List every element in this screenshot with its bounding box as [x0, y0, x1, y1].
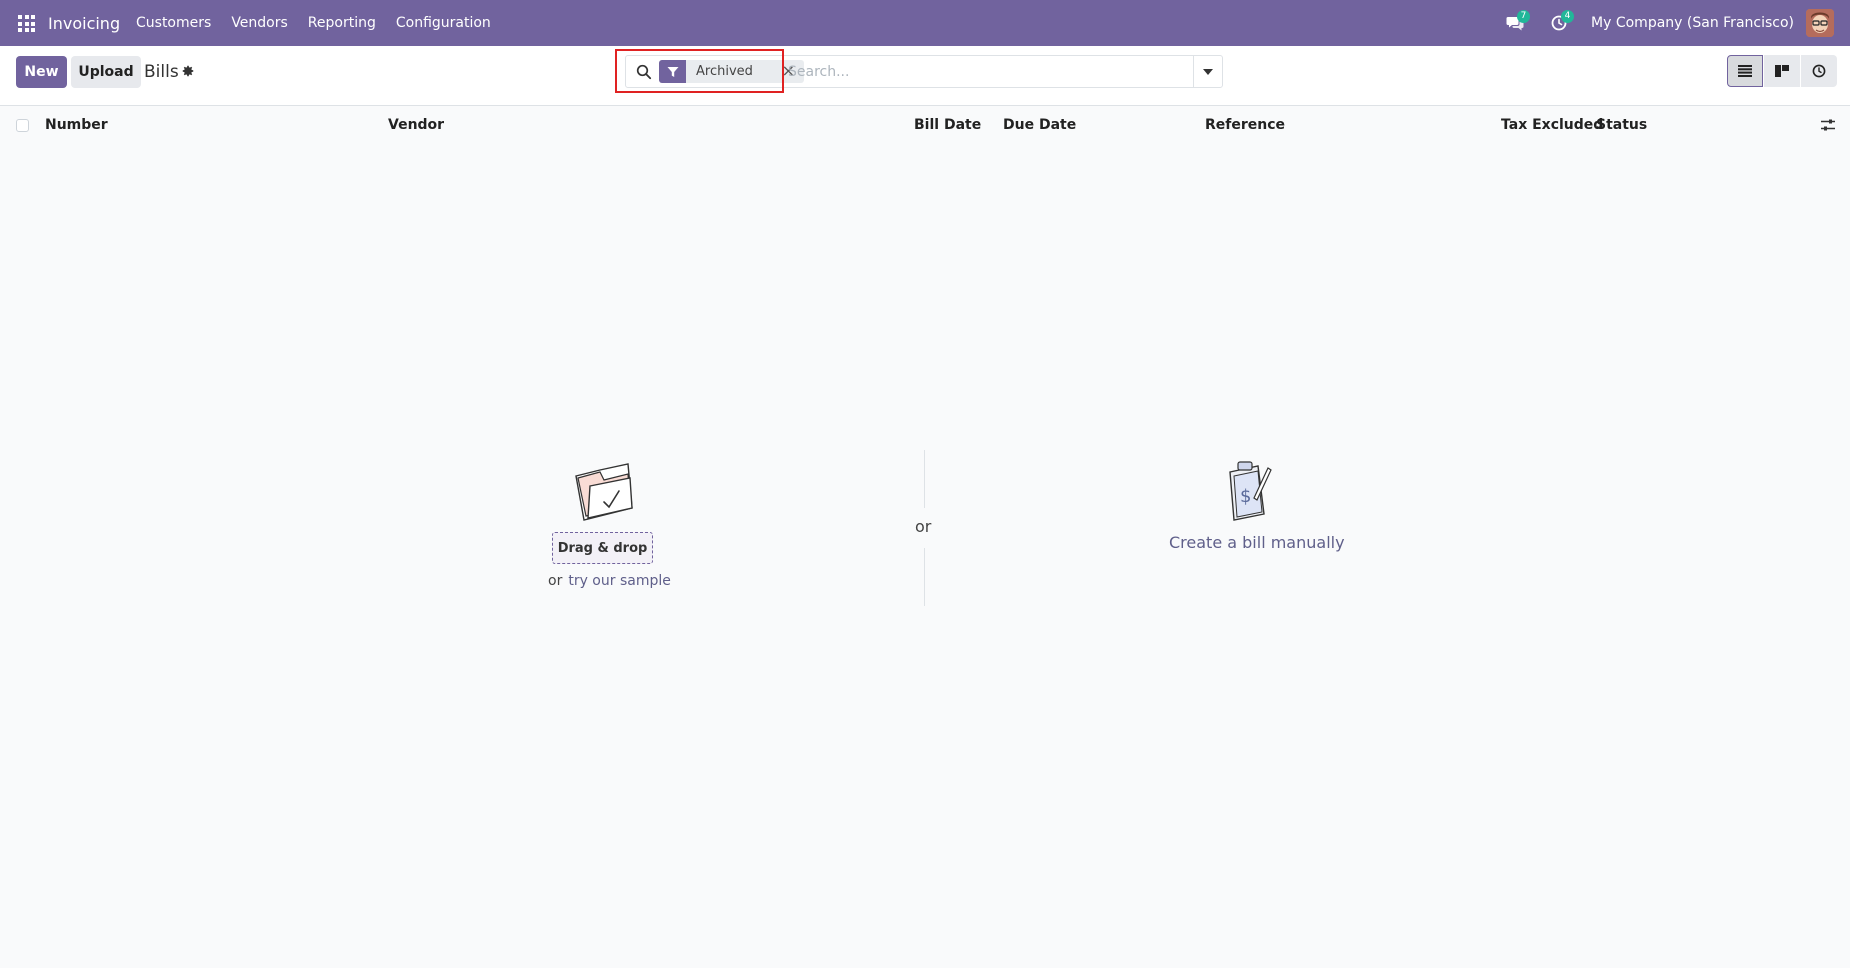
activity-view-button[interactable]	[1801, 55, 1837, 87]
bill-illustration-icon: $	[1229, 461, 1272, 521]
folder-upload-illustration-icon	[575, 463, 633, 521]
list-icon	[1738, 65, 1752, 77]
create-bill-manually-link[interactable]: Create a bill manually	[1169, 533, 1345, 552]
messages-count-badge: 7	[1517, 10, 1531, 23]
main-menu: Customers Vendors Reporting Configuratio…	[136, 0, 501, 46]
filter-icon	[659, 60, 686, 83]
list-view-button[interactable]	[1727, 55, 1763, 87]
company-switcher[interactable]: My Company (San Francisco)	[1591, 15, 1794, 31]
kanban-icon	[1775, 65, 1789, 77]
upload-button[interactable]: Upload	[71, 56, 141, 88]
search-bar: Archived ×	[625, 55, 1223, 88]
app-name[interactable]: Invoicing	[48, 0, 120, 46]
kanban-view-button[interactable]	[1764, 55, 1800, 87]
svg-text:$: $	[1240, 486, 1251, 507]
top-navbar: Invoicing Customers Vendors Reporting Co…	[0, 0, 1850, 46]
column-number[interactable]: Number	[45, 107, 108, 143]
list-header: Number Vendor Bill Date Due Date Referen…	[0, 107, 1850, 143]
search-options-toggle[interactable]	[1193, 56, 1222, 87]
column-due-date[interactable]: Due Date	[1003, 107, 1076, 143]
column-vendor[interactable]: Vendor	[388, 107, 444, 143]
user-avatar-icon	[1806, 9, 1834, 37]
empty-divider-top	[924, 450, 925, 508]
column-status[interactable]: Status	[1596, 107, 1647, 143]
messages-button[interactable]: 7	[1493, 0, 1537, 46]
or-label: or	[548, 573, 563, 589]
new-button[interactable]: New	[16, 56, 67, 88]
view-switcher	[1726, 55, 1837, 87]
column-bill-date[interactable]: Bill Date	[914, 107, 981, 143]
user-avatar[interactable]	[1806, 9, 1834, 37]
select-all-checkbox[interactable]	[16, 119, 29, 132]
menu-item-reporting[interactable]: Reporting	[298, 0, 386, 46]
column-reference[interactable]: Reference	[1205, 107, 1285, 143]
menu-item-configuration[interactable]: Configuration	[386, 0, 501, 46]
try-sample-line: or try our sample	[548, 573, 671, 589]
facet-label: Archived	[696, 64, 753, 79]
gear-icon[interactable]	[181, 64, 195, 78]
optional-columns-icon[interactable]	[1820, 117, 1836, 133]
activities-count-badge: 4	[1561, 10, 1575, 23]
drag-drop-zone[interactable]: Drag & drop	[552, 532, 653, 564]
column-tax-excluded[interactable]: Tax Excluded	[1501, 107, 1603, 143]
caret-down-icon	[1203, 68, 1213, 75]
apps-menu-icon[interactable]	[18, 15, 35, 32]
clock-icon	[1812, 64, 1826, 78]
search-facet-archived: Archived ×	[659, 60, 804, 83]
page-title: Bills	[144, 62, 179, 82]
search-icon[interactable]	[636, 64, 652, 80]
try-sample-link[interactable]: try our sample	[568, 573, 671, 589]
search-input[interactable]	[786, 58, 1176, 85]
empty-divider-bottom	[924, 548, 925, 606]
menu-item-vendors[interactable]: Vendors	[221, 0, 297, 46]
activities-button[interactable]: 4	[1537, 0, 1581, 46]
menu-item-customers[interactable]: Customers	[136, 0, 221, 46]
control-panel: New Upload Bills Archived ×	[0, 46, 1850, 106]
or-separator: or	[915, 517, 932, 536]
navbar-systray: 7 4 My Company (San Francisco)	[1493, 0, 1850, 46]
